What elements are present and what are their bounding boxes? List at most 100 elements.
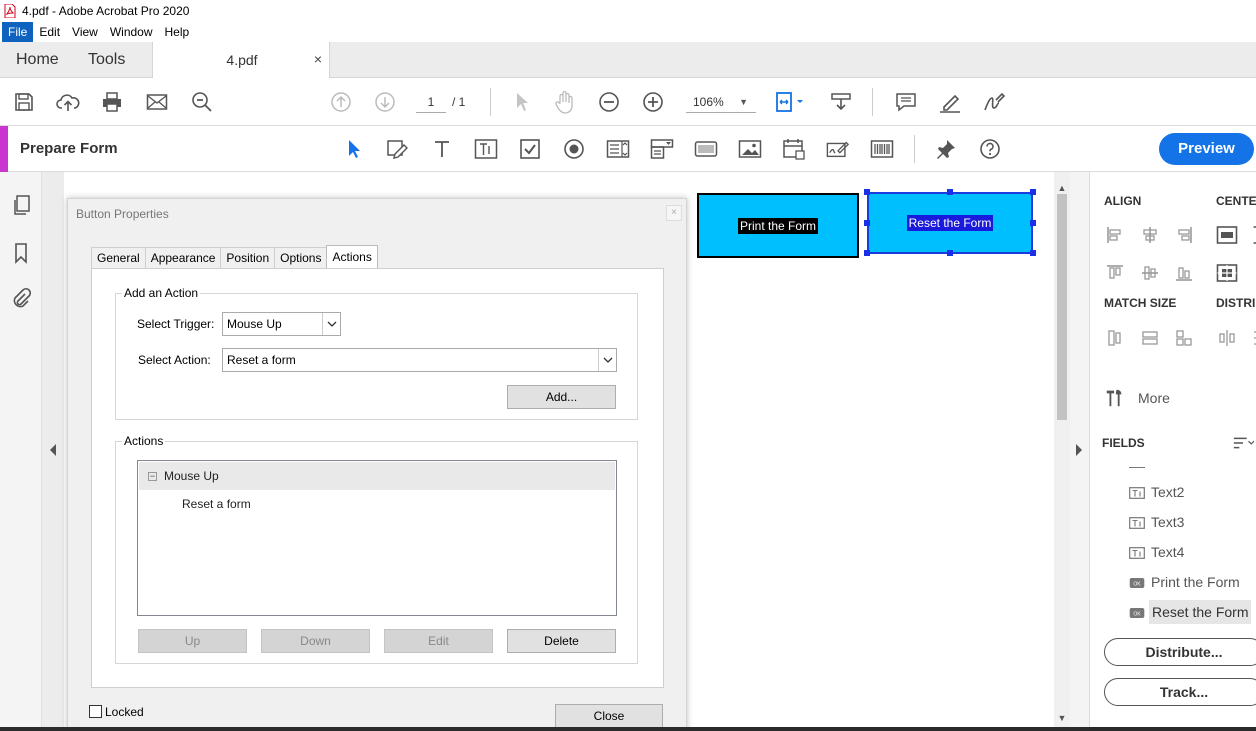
field-item-text2[interactable]: Text2	[1151, 480, 1184, 504]
center-horizontal-icon[interactable]	[1216, 224, 1238, 246]
locked-checkbox[interactable]	[89, 705, 102, 718]
down-button[interactable]: Down	[261, 629, 370, 653]
preview-button[interactable]: Preview	[1159, 133, 1254, 165]
add-action-button[interactable]: Add...	[507, 385, 616, 409]
bookmark-icon[interactable]	[10, 242, 32, 264]
page-number-input[interactable]: 1	[416, 91, 446, 113]
match-height-icon[interactable]	[1139, 327, 1161, 349]
previous-page-icon[interactable]	[329, 90, 353, 114]
document-tab[interactable]: 4.pdf ×	[152, 42, 330, 79]
page-fit-icon[interactable]	[772, 90, 808, 114]
tree-row-mouse-up[interactable]: − Mouse Up	[139, 462, 615, 490]
right-panel-toggle[interactable]	[1070, 172, 1090, 731]
match-both-icon[interactable]	[1173, 327, 1195, 349]
tab-position[interactable]: Position	[220, 247, 276, 268]
menu-file[interactable]: File	[2, 22, 34, 42]
center-both-icon[interactable]	[1216, 262, 1238, 284]
reset-form-button-field[interactable]: Reset the Form	[867, 192, 1033, 254]
close-tab-icon[interactable]: ×	[314, 51, 322, 67]
comment-icon[interactable]	[894, 90, 918, 114]
resize-handle[interactable]	[864, 220, 870, 226]
select-trigger-dropdown[interactable]: Mouse Up	[222, 312, 341, 336]
align-horizontal-center-icon[interactable]	[1139, 224, 1161, 246]
align-vertical-center-icon[interactable]	[1139, 262, 1161, 284]
up-button[interactable]: Up	[138, 629, 247, 653]
scrollbar-thumb[interactable]	[1057, 194, 1067, 420]
menu-help[interactable]: Help	[159, 22, 196, 42]
collapse-icon[interactable]: −	[148, 472, 157, 481]
select-object-icon[interactable]	[342, 137, 366, 161]
tree-child-reset-form[interactable]: Reset a form	[182, 497, 251, 511]
date-field-icon[interactable]	[782, 137, 806, 161]
next-page-icon[interactable]	[373, 90, 397, 114]
help-icon[interactable]	[978, 137, 1002, 161]
close-dialog-button[interactable]: Close	[555, 704, 663, 728]
save-icon[interactable]	[12, 90, 36, 114]
cloud-upload-icon[interactable]	[56, 90, 80, 114]
attachment-icon[interactable]	[10, 287, 32, 309]
text-icon[interactable]	[430, 137, 454, 161]
align-right-icon[interactable]	[1173, 224, 1195, 246]
tab-appearance[interactable]: Appearance	[144, 247, 222, 268]
distribute-vertical-icon[interactable]	[1246, 327, 1256, 349]
match-width-icon[interactable]	[1104, 327, 1126, 349]
print-form-button-field[interactable]: Print the Form	[697, 193, 859, 258]
field-item-reset-the-form[interactable]: Reset the Form	[1149, 600, 1252, 624]
sign-icon[interactable]	[982, 90, 1006, 114]
search-icon[interactable]	[190, 90, 214, 114]
center-vertical-icon[interactable]	[1246, 224, 1256, 246]
tools-icon[interactable]	[1104, 387, 1126, 409]
resize-handle[interactable]	[1030, 250, 1036, 256]
email-icon[interactable]	[145, 90, 169, 114]
highlight-icon[interactable]	[938, 90, 962, 114]
tab-general[interactable]: General	[91, 247, 146, 268]
image-field-icon[interactable]	[738, 137, 762, 161]
left-panel-toggle[interactable]	[42, 172, 64, 731]
text-field-icon[interactable]	[474, 137, 498, 161]
resize-handle[interactable]	[947, 250, 953, 256]
tools-tab[interactable]: Tools	[88, 42, 125, 78]
zoom-out-icon[interactable]	[597, 90, 621, 114]
scroll-mode-icon[interactable]	[829, 90, 853, 114]
align-left-icon[interactable]	[1104, 224, 1126, 246]
field-item-text3[interactable]: Text3	[1151, 510, 1184, 534]
menu-view[interactable]: View	[66, 22, 104, 42]
delete-button[interactable]: Delete	[507, 629, 616, 653]
track-button[interactable]: Track...	[1104, 678, 1256, 706]
tab-options[interactable]: Options	[274, 247, 328, 268]
edit-text-field-icon[interactable]	[386, 137, 410, 161]
align-bottom-icon[interactable]	[1173, 262, 1195, 284]
select-tool-icon[interactable]	[509, 90, 533, 114]
zoom-in-icon[interactable]	[641, 90, 665, 114]
resize-handle[interactable]	[864, 189, 870, 195]
sort-fields-icon[interactable]	[1232, 432, 1254, 454]
button-field-icon[interactable]	[694, 137, 718, 161]
pin-icon[interactable]	[934, 137, 958, 161]
field-item-text4[interactable]: Text4	[1151, 540, 1184, 564]
barcode-icon[interactable]	[870, 137, 894, 161]
select-action-dropdown[interactable]: Reset a form	[222, 348, 617, 372]
resize-handle[interactable]	[864, 250, 870, 256]
print-icon[interactable]	[100, 90, 124, 114]
scroll-down-icon[interactable]: ▼	[1054, 710, 1070, 726]
home-tab[interactable]: Home	[16, 42, 59, 78]
radio-button-icon[interactable]	[562, 137, 586, 161]
edit-button[interactable]: Edit	[384, 629, 493, 653]
tab-actions[interactable]: Actions	[326, 245, 378, 268]
more-tools-link[interactable]: More	[1138, 386, 1170, 410]
hand-tool-icon[interactable]	[553, 90, 577, 114]
actions-tree[interactable]: − Mouse Up Reset a form	[137, 460, 617, 616]
field-item-print-the-form[interactable]: Print the Form	[1151, 570, 1240, 594]
list-box-icon[interactable]	[606, 137, 630, 161]
dialog-close-icon[interactable]: ×	[666, 205, 682, 221]
page-thumbnails-icon[interactable]	[10, 194, 32, 216]
dropdown-field-icon[interactable]	[650, 137, 674, 161]
menu-window[interactable]: Window	[104, 22, 159, 42]
vertical-scrollbar[interactable]: ▲ ▼	[1054, 172, 1070, 731]
checkbox-icon[interactable]	[518, 137, 542, 161]
align-top-icon[interactable]	[1104, 262, 1126, 284]
distribute-horizontal-icon[interactable]	[1216, 327, 1238, 349]
zoom-select[interactable]: 106% ▼	[686, 91, 756, 113]
distribute-button[interactable]: Distribute...	[1104, 638, 1256, 666]
resize-handle[interactable]	[1030, 189, 1036, 195]
